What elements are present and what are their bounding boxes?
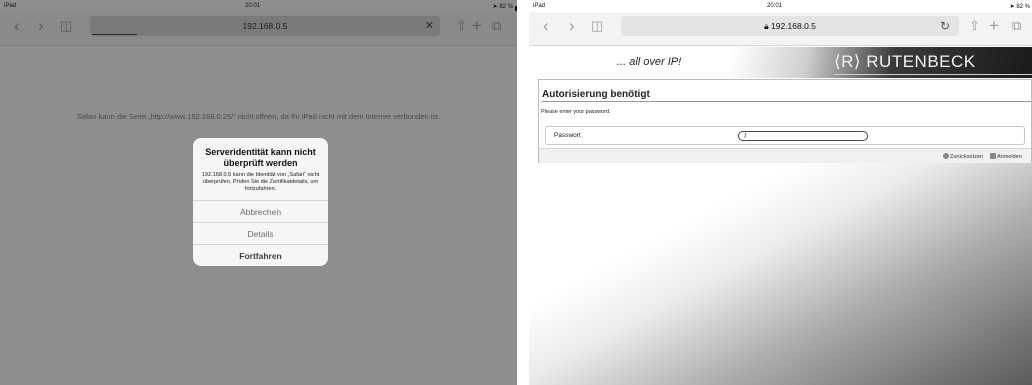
- reset-button[interactable]: Zurücksetzen: [943, 153, 983, 160]
- auth-prompt: Please enter your password.: [541, 109, 611, 115]
- alert-message: 192.168.0.5 kann die Identität von „Safa…: [201, 172, 320, 192]
- tagline: ... all over IP!: [617, 56, 682, 68]
- device-label: iPad: [4, 3, 17, 9]
- alert-title: Serveridentität kann nicht überprüft wer…: [205, 147, 316, 168]
- divider: [541, 101, 1031, 102]
- tabs-icon[interactable]: ⧉: [492, 16, 501, 36]
- password-row: Passwort ⚷: [545, 126, 1025, 145]
- battery-percent: 82 %: [499, 4, 513, 10]
- battery-indicator: ➤ 82 %: [493, 3, 517, 11]
- login-button[interactable]: Anmelden: [990, 153, 1022, 160]
- reset-label: Zurücksetzen: [950, 154, 984, 160]
- tabs-icon[interactable]: ⧉: [1012, 16, 1021, 36]
- banner-divider: [834, 74, 1032, 75]
- continue-button[interactable]: Fortfahren: [193, 244, 328, 266]
- bookmarks-icon[interactable]: ◫: [60, 16, 72, 36]
- battery-percent: 82 %: [1016, 4, 1030, 10]
- login-icon: [990, 153, 996, 159]
- status-bar: iPad 20:01 ➤ 82 %: [529, 0, 1032, 12]
- safari-toolbar: ‹ › ◫ 192.168.0.5 ✕ ⇧ + ⧉: [0, 12, 517, 46]
- reset-icon: [943, 153, 949, 159]
- bookmarks-icon[interactable]: ◫: [591, 16, 603, 36]
- forward-icon[interactable]: ›: [38, 16, 44, 36]
- error-message: Safari kann die Seite „http://www.192.16…: [76, 112, 441, 121]
- lock-icon: 🔒︎: [764, 21, 769, 31]
- status-bar: iPad 20:01 ➤ 82 %: [0, 0, 517, 12]
- right-screenshot: iPad 20:01 ➤ 82 % ‹ › ◫ 🔒︎ 192.168.0.5 ↻…: [529, 0, 1032, 385]
- share-icon[interactable]: ⇧: [969, 16, 980, 36]
- back-icon[interactable]: ‹: [543, 16, 549, 36]
- cancel-button[interactable]: Abbrechen: [193, 200, 328, 222]
- safari-toolbar: ‹ › ◫ 🔒︎ 192.168.0.5 ↻ ⇧ + ⧉: [529, 12, 1032, 46]
- brand-logo: ⟨R⟩ RUTENBECK: [834, 52, 976, 71]
- left-screenshot: iPad 20:01 ➤ 82 % ‹ › ◫ 192.168.0.5 ✕ ⇧ …: [0, 0, 517, 385]
- auth-footer: Zurücksetzen Anmelden: [539, 148, 1031, 163]
- login-label: Anmelden: [997, 154, 1022, 160]
- new-tab-icon[interactable]: +: [989, 16, 999, 36]
- share-icon[interactable]: ⇧: [456, 16, 467, 36]
- battery-icon: [515, 6, 517, 11]
- key-icon: ⚷: [743, 133, 748, 139]
- clear-icon[interactable]: ✕: [425, 16, 434, 36]
- address-bar[interactable]: 🔒︎ 192.168.0.5: [621, 16, 959, 36]
- loading-progress-bar: [92, 34, 137, 35]
- password-label: Passwort: [554, 132, 581, 139]
- password-field[interactable]: ⚷: [738, 131, 868, 141]
- reload-icon[interactable]: ↻: [940, 16, 950, 36]
- new-tab-icon[interactable]: +: [472, 16, 482, 36]
- address-bar[interactable]: 192.168.0.5 ✕: [90, 16, 440, 36]
- clock: 20:01: [767, 3, 783, 9]
- certificate-alert: Serveridentität kann nicht überprüft wer…: [193, 138, 328, 266]
- clock: 20:01: [245, 3, 261, 9]
- address-text: 192.168.0.5: [771, 21, 816, 31]
- details-button[interactable]: Details: [193, 222, 328, 244]
- device-label: iPad: [533, 3, 546, 9]
- address-text: 192.168.0.5: [242, 21, 288, 31]
- auth-panel: Autorisierung benötigt Please enter your…: [538, 79, 1032, 163]
- rutenbeck-banner: ... all over IP! ⟨R⟩ RUTENBECK: [529, 47, 1032, 78]
- back-icon[interactable]: ‹: [14, 16, 20, 36]
- forward-icon[interactable]: ›: [569, 16, 575, 36]
- battery-indicator: ➤ 82 %: [1009, 4, 1030, 10]
- auth-title: Autorisierung benötigt: [542, 89, 650, 100]
